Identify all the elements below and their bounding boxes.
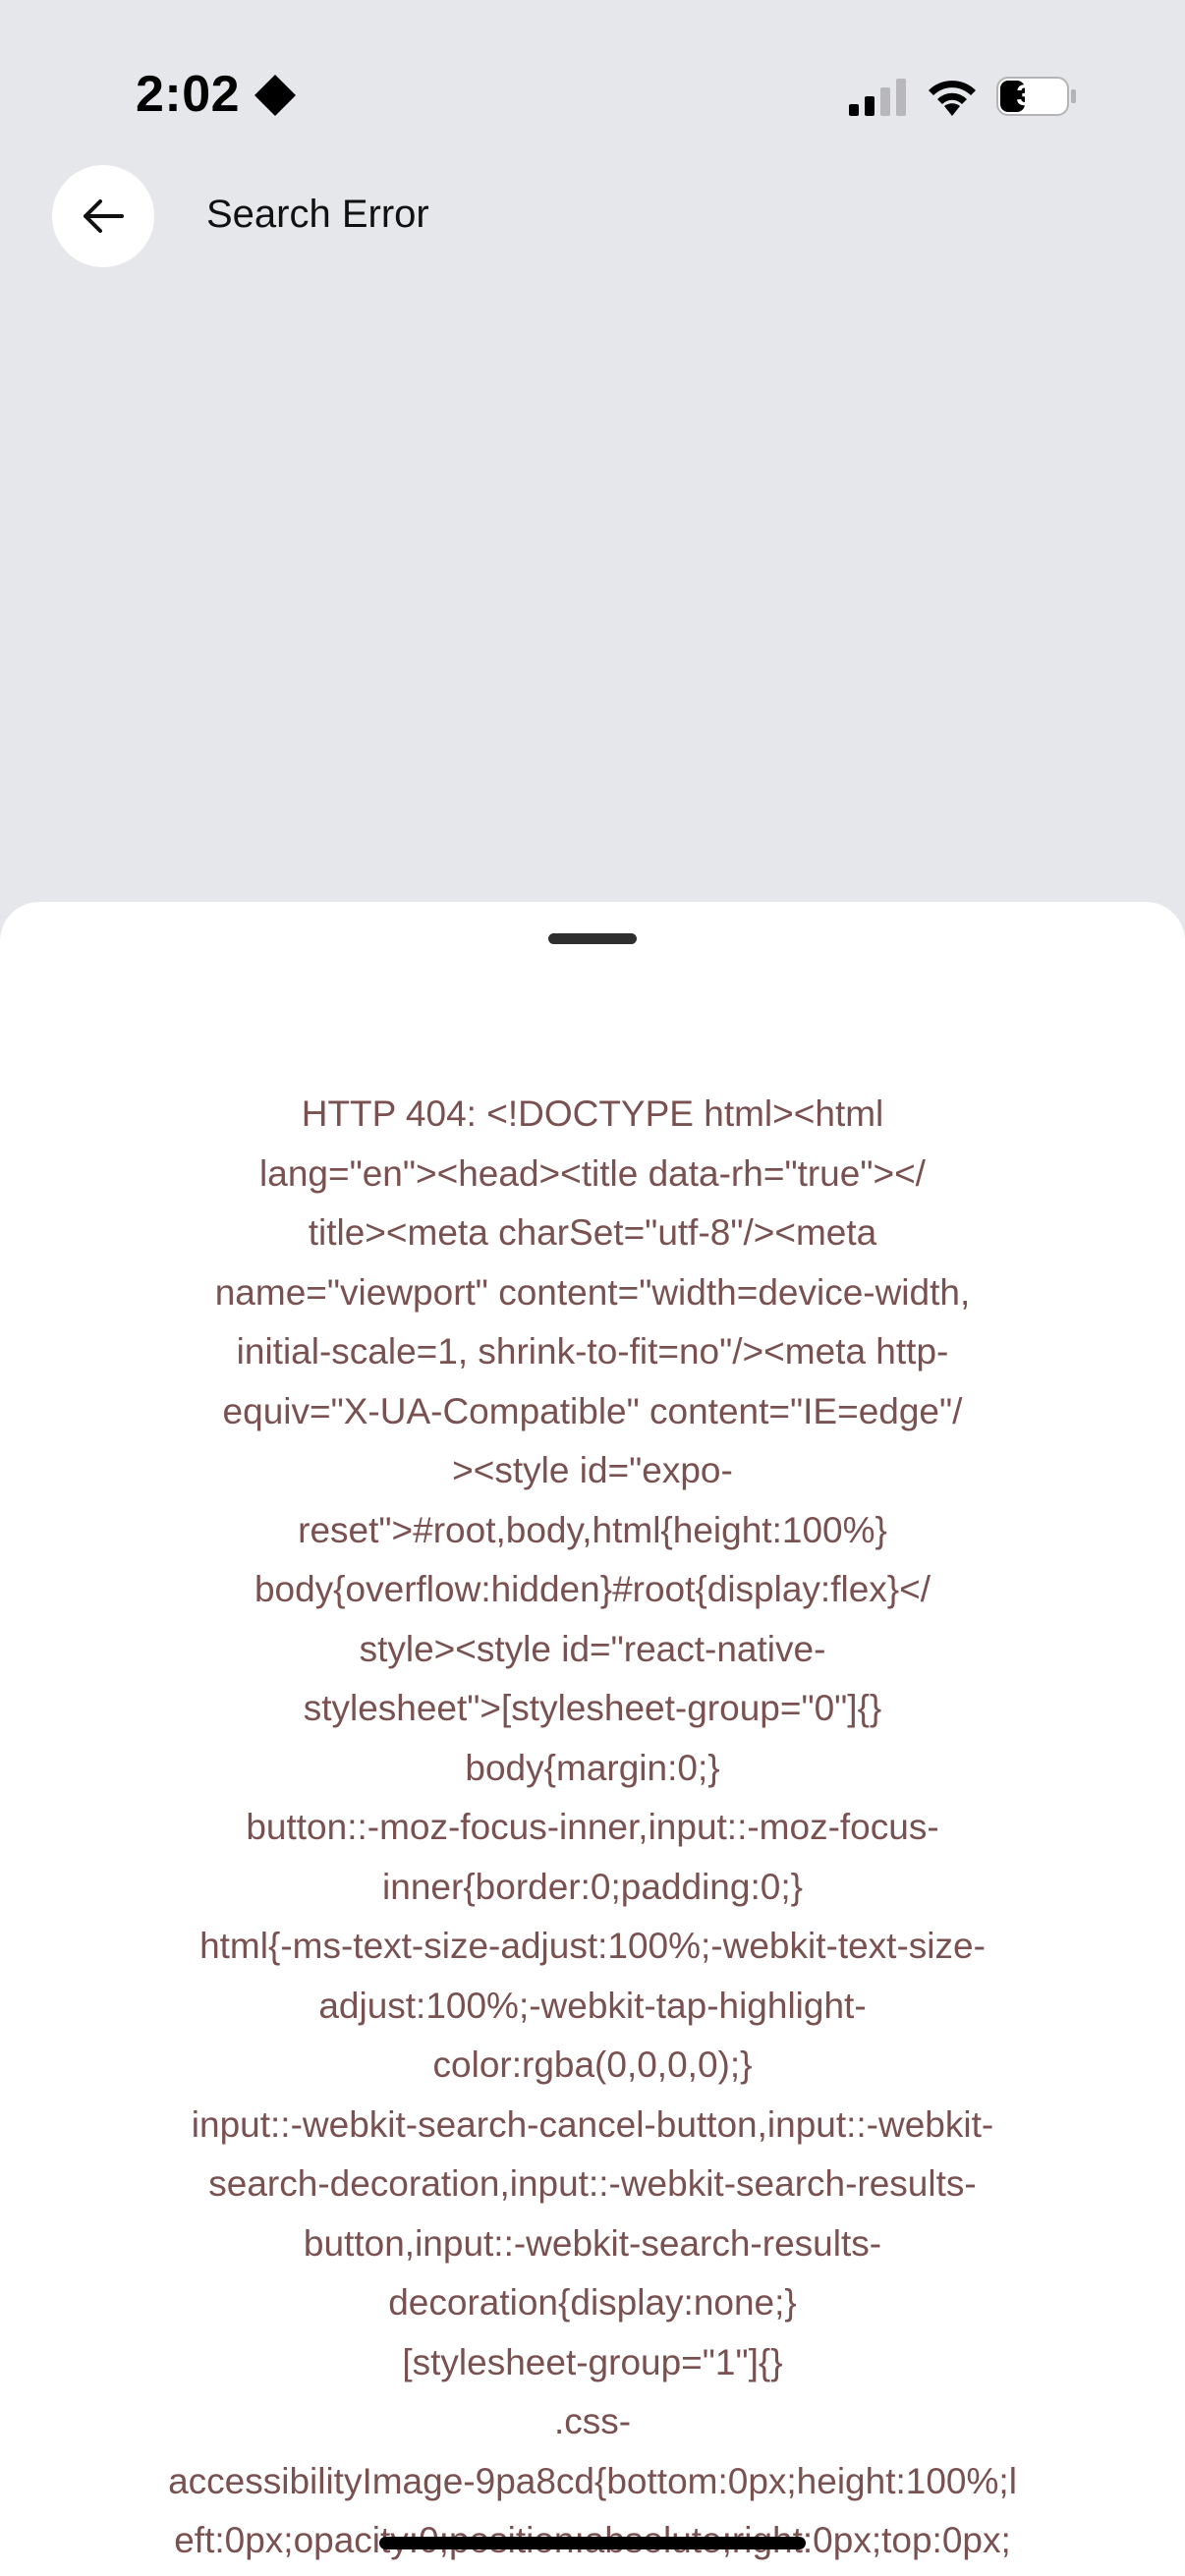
error-message: HTTP 404: <!DOCTYPE html><html lang="en"… [98,1085,1087,2571]
error-line: decoration{display:none;} [388,2282,797,2323]
error-line: button,input::-webkit-search-results- [303,2222,882,2264]
error-line: stylesheet">[stylesheet-group="0"]{} [303,1688,882,1728]
sheet-grabber-handle[interactable] [548,933,637,944]
header: Search Error [0,157,1185,275]
error-line: equiv="X-UA-Compatible" content="IE=edge… [222,1390,963,1431]
status-time: 2:02 [136,66,241,123]
error-line: title><meta charSet="utf-8"/><meta [308,1212,877,1253]
error-line: body{margin:0;} [465,1747,720,1788]
error-line: .css- [553,2401,632,2441]
wifi-icon [929,81,976,116]
error-line: color:rgba(0,0,0,0);} [432,2044,753,2085]
bottom-sheet: HTTP 404: <!DOCTYPE html><html lang="en"… [0,902,1185,2576]
location-arrow-icon [254,75,296,116]
cellular-signal-icon [849,79,906,116]
error-line: lang="en"><head><title data-rh="true"></ [259,1152,926,1194]
error-line: initial-scale=1, shrink-to-fit=no"/><met… [236,1331,949,1372]
error-line: input::-webkit-search-cancel-button,inpu… [191,2103,994,2145]
arrow-left-icon [84,199,124,233]
error-line: ><style id="expo- [452,1450,733,1490]
error-line: [stylesheet-group="1"]{} [402,2341,783,2382]
error-line: inner{border:0;padding:0;} [382,1866,803,1907]
battery-level: 33 [1016,80,1049,112]
error-line: style><style id="react-native- [359,1628,826,1669]
error-line: body{overflow:hidden}#root{display:flex}… [254,1569,931,1609]
error-line: button::-moz-focus-inner,input::-moz-foc… [246,1807,939,1847]
error-line: adjust:100%;-webkit-tap-highlight- [318,1985,867,2026]
error-line: accessibilityImage-9pa8cd{bottom:0px;hei… [168,2460,1017,2501]
error-line: html{-ms-text-size-adjust:100%;-webkit-t… [199,1926,986,1966]
error-line: HTTP 404: <!DOCTYPE html><html [301,1093,884,1134]
home-indicator[interactable] [379,2537,806,2549]
page-title: Search Error [206,193,429,236]
error-line: search-decoration,input::-webkit-search-… [208,2163,977,2204]
error-line: name="viewport" content="width=device-wi… [214,1271,971,1313]
error-line: reset">#root,body,html{height:100%} [298,1509,887,1550]
back-button[interactable] [52,165,154,267]
